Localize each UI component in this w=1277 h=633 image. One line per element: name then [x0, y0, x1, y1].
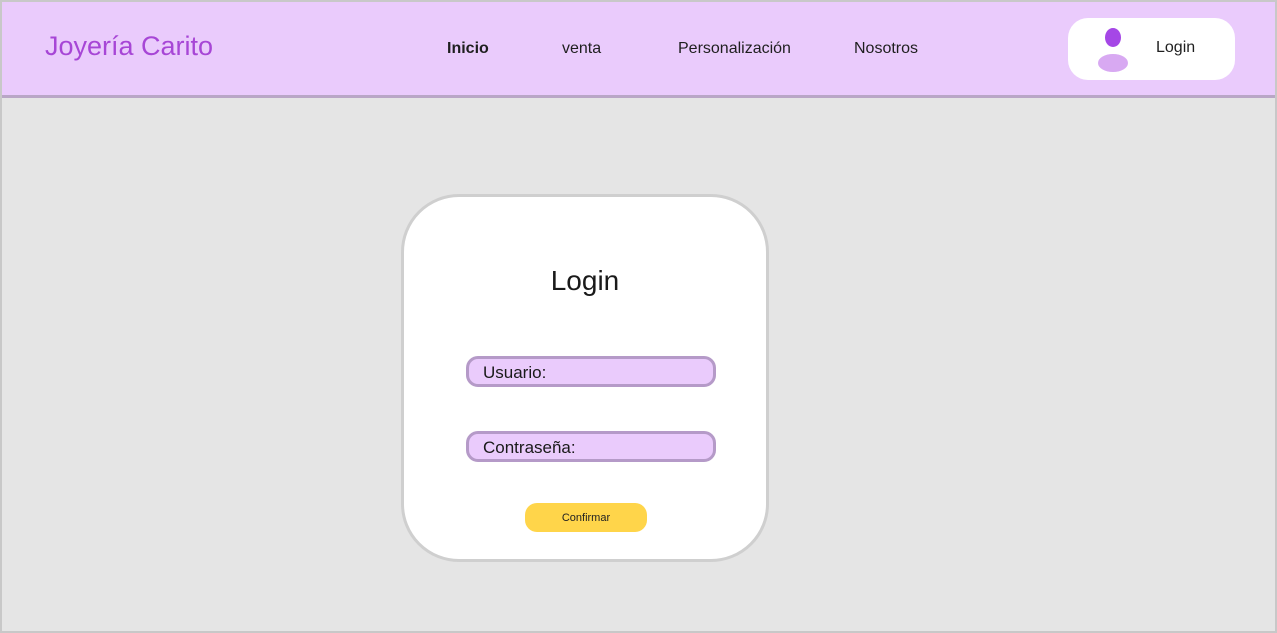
user-icon — [1098, 28, 1128, 72]
user-icon-head — [1105, 28, 1121, 47]
page-frame: Joyería Carito Inicio venta Personalizac… — [0, 0, 1277, 633]
login-title: Login — [550, 265, 620, 296]
header-login-button[interactable]: Login — [1068, 18, 1235, 80]
confirm-button[interactable]: Confirmar — [525, 503, 647, 532]
nav-link-personalizacion[interactable]: Personalización — [678, 40, 791, 58]
nav-link-inicio[interactable]: Inicio — [447, 40, 489, 58]
password-field[interactable]: Contraseña: — [466, 431, 716, 462]
header-login-label: Login — [1156, 39, 1196, 56]
user-icon-body — [1098, 54, 1128, 72]
nav-link-nosotros[interactable]: Nosotros — [854, 40, 918, 58]
top-header: Joyería Carito Inicio venta Personalizac… — [2, 2, 1275, 98]
nav-link-venta[interactable]: venta — [562, 40, 601, 58]
username-field[interactable]: Usuario: — [466, 356, 716, 387]
password-label: Contraseña: — [483, 438, 576, 457]
brand-logo[interactable]: Joyería Carito — [45, 31, 213, 62]
login-card: Login Usuario: Contraseña: Confirmar — [401, 194, 769, 562]
username-label: Usuario: — [483, 363, 547, 382]
